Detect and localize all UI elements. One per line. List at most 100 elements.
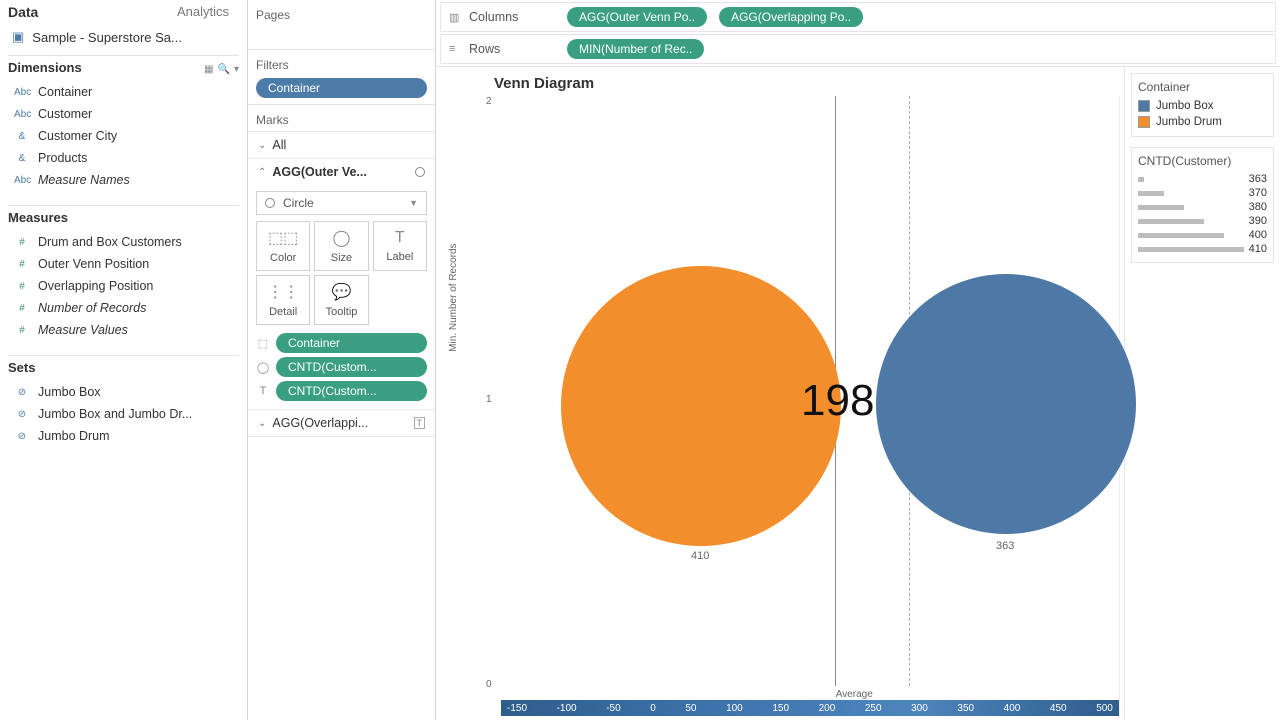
- legend-size-row[interactable]: 370: [1138, 186, 1267, 200]
- measure-field[interactable]: #Drum and Box Customers: [8, 231, 239, 253]
- x-tick: 500: [1096, 703, 1113, 714]
- x-tick: 450: [1050, 703, 1067, 714]
- pages-shelf[interactable]: Pages: [248, 0, 435, 50]
- size-bar: [1138, 191, 1164, 196]
- marks-card-outer-venn[interactable]: ⌃ AGG(Outer Ve...: [248, 158, 435, 185]
- size-bar: [1138, 177, 1144, 182]
- dimension-field[interactable]: AbcMeasure Names: [8, 169, 239, 191]
- number-icon: #: [14, 259, 30, 270]
- data-panel: Data Analytics ▣ Sample - Superstore Sa.…: [0, 0, 248, 720]
- marks-card-overlapping[interactable]: ⌄ AGG(Overlappi... T: [248, 409, 435, 437]
- rows-icon: ≡: [449, 43, 461, 55]
- legend-container-card: Container Jumbo BoxJumbo Drum: [1131, 73, 1274, 137]
- size-bar: [1138, 205, 1184, 210]
- venn-circle-jumbo-box[interactable]: [876, 274, 1136, 534]
- mark-btn-label[interactable]: TLabel: [373, 221, 427, 271]
- legend-panel: Container Jumbo BoxJumbo Drum CNTD(Custo…: [1124, 67, 1280, 720]
- mark-pill[interactable]: CNTD(Custom...: [276, 381, 427, 401]
- field-label: Drum and Box Customers: [38, 235, 182, 249]
- data-tab[interactable]: Data: [8, 4, 38, 20]
- column-pill-1[interactable]: AGG(Overlapping Po..: [719, 7, 863, 27]
- circle-icon: [265, 198, 275, 208]
- dimension-field[interactable]: &Customer City: [8, 125, 239, 147]
- circle-icon: [415, 167, 425, 177]
- mark-pill-row: ◯CNTD(Custom...: [256, 357, 427, 377]
- mark-btn-color[interactable]: ⬚⬚Color: [256, 221, 310, 271]
- sets-section-title: Sets: [8, 360, 35, 375]
- dimensions-tools[interactable]: ▦🔍▾: [200, 61, 239, 75]
- right-circle-caption: 363: [996, 540, 1014, 552]
- rows-label: Rows: [469, 42, 559, 56]
- measure-field[interactable]: #Number of Records: [8, 297, 239, 319]
- mark-pill-icon: ⬚: [256, 337, 270, 350]
- mark-buttons-row2: ⋮⋮Detail💬Tooltip: [248, 275, 435, 329]
- x-tick: 200: [819, 703, 836, 714]
- field-label: Customer City: [38, 129, 117, 143]
- venn-overlap-value: 198: [801, 376, 874, 426]
- x-tick: -50: [606, 703, 620, 714]
- mark-pill[interactable]: Container: [276, 333, 427, 353]
- datasource-row[interactable]: ▣ Sample - Superstore Sa...: [8, 23, 239, 55]
- filters-shelf[interactable]: Filters Container: [248, 50, 435, 105]
- x-tick: 350: [957, 703, 974, 714]
- column-pill-0[interactable]: AGG(Outer Venn Po..: [567, 7, 707, 27]
- label-icon: T: [395, 229, 405, 247]
- row-pill-0[interactable]: MIN(Number of Rec..: [567, 39, 704, 59]
- legend-item[interactable]: Jumbo Box: [1138, 98, 1267, 114]
- mark-pill-icon: T: [256, 385, 270, 397]
- measure-field[interactable]: #Overlapping Position: [8, 275, 239, 297]
- measure-field[interactable]: #Measure Values: [8, 319, 239, 341]
- dimension-field[interactable]: &Products: [8, 147, 239, 169]
- chevron-up-icon: ⌃: [258, 167, 266, 178]
- size-icon: ◯: [333, 228, 351, 248]
- color-swatch: [1138, 100, 1150, 112]
- left-circle-caption: 410: [691, 550, 709, 562]
- mark-type-label: Circle: [283, 196, 314, 210]
- viz-title: Venn Diagram: [456, 75, 1120, 96]
- venn-circle-jumbo-drum[interactable]: [561, 266, 841, 546]
- legend-size-row[interactable]: 380: [1138, 200, 1267, 214]
- y-axis-label: Min. Number of Records: [448, 243, 459, 351]
- mark-btn-detail[interactable]: ⋮⋮Detail: [256, 275, 310, 325]
- marks-all[interactable]: ⌄ All: [248, 131, 435, 158]
- columns-shelf[interactable]: ▥ Columns AGG(Outer Venn Po.. AGG(Overla…: [440, 2, 1276, 32]
- legend-size-row[interactable]: 400: [1138, 228, 1267, 242]
- mark-btn-tooltip[interactable]: 💬Tooltip: [314, 275, 368, 325]
- chevron-down-icon: ▼: [409, 198, 418, 208]
- field-label: Jumbo Drum: [38, 429, 110, 443]
- set-field[interactable]: ⊘Jumbo Box: [8, 381, 239, 403]
- set-field[interactable]: ⊘Jumbo Box and Jumbo Dr...: [8, 403, 239, 425]
- x-tick: 100: [726, 703, 743, 714]
- y-tick-1: 1: [486, 394, 492, 405]
- filter-pill-container[interactable]: Container: [256, 78, 427, 98]
- mark-btn-size[interactable]: ◯Size: [314, 221, 368, 271]
- shelf-panel: Pages Filters Container Marks ⌄ All ⌃ AG…: [248, 0, 436, 720]
- legend-item-label: Jumbo Box: [1156, 100, 1214, 112]
- measure-field[interactable]: #Outer Venn Position: [8, 253, 239, 275]
- analytics-tab[interactable]: Analytics: [167, 2, 239, 21]
- size-value: 400: [1249, 229, 1267, 241]
- geo-icon: &: [14, 153, 30, 164]
- datasource-name: Sample - Superstore Sa...: [32, 30, 182, 45]
- rows-shelf[interactable]: ≡ Rows MIN(Number of Rec..: [440, 34, 1276, 64]
- x-axis: -150-100-5005010015020025030035040045050…: [501, 700, 1119, 716]
- average-line-label: Average: [836, 689, 873, 700]
- legend-size-row[interactable]: 363: [1138, 172, 1267, 186]
- legend-size-row[interactable]: 410: [1138, 242, 1267, 256]
- x-tick: -150: [507, 703, 527, 714]
- measures-list: #Drum and Box Customers#Outer Venn Posit…: [8, 229, 239, 355]
- mark-type-dropdown[interactable]: Circle ▼: [256, 191, 427, 215]
- dimension-field[interactable]: AbcCustomer: [8, 103, 239, 125]
- set-icon: ⊘: [14, 387, 30, 398]
- set-field[interactable]: ⊘Jumbo Drum: [8, 425, 239, 447]
- dimension-field[interactable]: AbcContainer: [8, 81, 239, 103]
- chart-area[interactable]: Min. Number of Records 2 1 0 Average 198…: [456, 96, 1120, 716]
- number-icon: #: [14, 281, 30, 292]
- mark-pill[interactable]: CNTD(Custom...: [276, 357, 427, 377]
- legend-item[interactable]: Jumbo Drum: [1138, 114, 1267, 130]
- size-value: 390: [1249, 215, 1267, 227]
- dimensions-list: AbcContainerAbcCustomer&Customer City&Pr…: [8, 79, 239, 205]
- legend-size-row[interactable]: 390: [1138, 214, 1267, 228]
- mark-btn-label: Color: [270, 252, 296, 264]
- legend-size-title: CNTD(Customer): [1138, 154, 1267, 172]
